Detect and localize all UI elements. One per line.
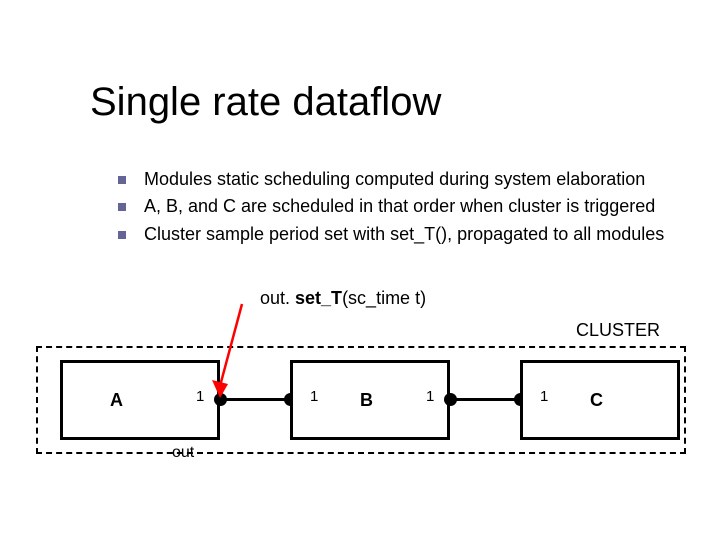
bullet-text: A, B, and C are scheduled in that order … (144, 195, 655, 218)
bullet-item: Modules static scheduling computed durin… (118, 168, 678, 191)
module-a-out-rate: 1 (196, 388, 204, 405)
module-b-label: B (360, 390, 373, 411)
bullet-item: Cluster sample period set with set_T(), … (118, 223, 678, 246)
connection-b-c (453, 398, 523, 401)
bullet-list: Modules static scheduling computed durin… (118, 168, 678, 250)
annotation-arrow-icon (210, 300, 250, 400)
module-b-out-rate: 1 (426, 388, 434, 405)
slide-title: Single rate dataflow (90, 80, 441, 125)
module-c-label: C (590, 390, 603, 411)
bullet-square-icon (118, 176, 126, 184)
module-c-in-rate: 1 (540, 388, 548, 405)
cluster-label: CLUSTER (576, 320, 660, 341)
bullet-text: Modules static scheduling computed durin… (144, 168, 645, 191)
bullet-square-icon (118, 231, 126, 239)
bullet-text: Cluster sample period set with set_T(), … (144, 223, 664, 246)
bullet-item: A, B, and C are scheduled in that order … (118, 195, 678, 218)
code-annotation: out. set_T(sc_time t) (260, 288, 426, 309)
module-a-label: A (110, 390, 123, 411)
bullet-square-icon (118, 203, 126, 211)
port-out-label: out (172, 444, 194, 462)
module-b-in-rate: 1 (310, 388, 318, 405)
